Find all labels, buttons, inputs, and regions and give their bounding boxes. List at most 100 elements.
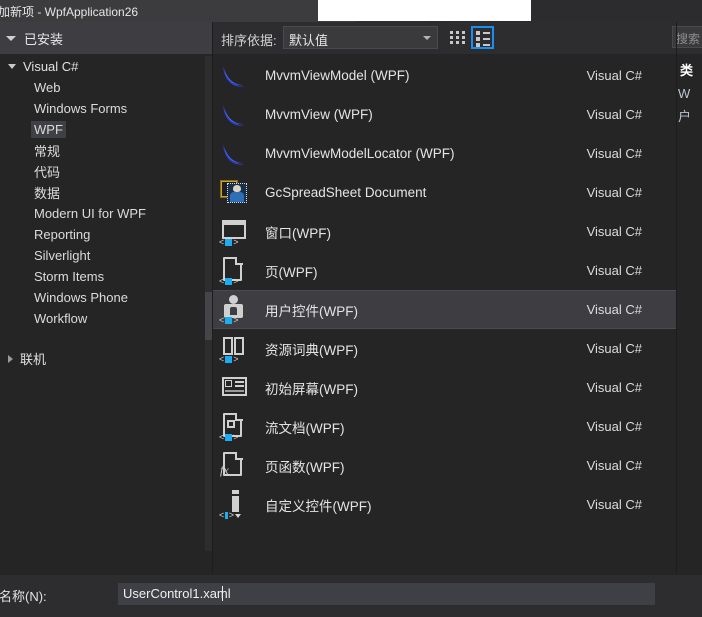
list-item[interactable]: GcSpreadSheet Document Visual C# <box>213 173 676 212</box>
list-item[interactable]: < > 页(WPF) Visual C# <box>213 251 676 290</box>
list-item[interactable]: < > 流文档(WPF) Visual C# <box>213 407 676 446</box>
templates-toolbar: 排序依据: 默认值 <box>213 22 702 54</box>
page-icon: < > <box>219 255 251 287</box>
list-item[interactable]: < > 自定义控件(WPF) Visual C# <box>213 485 676 524</box>
list-item[interactable]: MvvmViewModelLocator (WPF) Visual C# <box>213 134 676 173</box>
list-item-name: 窗口(WPF) <box>265 225 331 241</box>
sidebar-item-label: Reporting <box>34 227 91 242</box>
sidebar-item-web[interactable]: Web <box>0 77 205 98</box>
list-item-name: MvvmViewModelLocator (WPF) <box>265 146 455 161</box>
sidebar-item-workflow[interactable]: Workflow <box>0 308 205 329</box>
list-item-name: 页函数(WPF) <box>265 459 345 475</box>
sidebar-item-windows-phone[interactable]: Windows Phone <box>0 287 205 308</box>
list-item-name: 用户控件(WPF) <box>265 303 358 319</box>
list-item[interactable]: < > 窗口(WPF) Visual C# <box>213 212 676 251</box>
template-list[interactable]: MvvmViewModel (WPF) Visual C# MvvmView (… <box>213 56 676 574</box>
list-item-name: MvvmViewModel (WPF) <box>265 68 410 83</box>
title-bar: 加新项 - WpfApplication26 <box>0 0 702 22</box>
sidebar-item-general[interactable]: 常规 <box>0 140 205 161</box>
sidebar-item-online[interactable]: 联机 <box>0 348 205 369</box>
sort-by-dropdown[interactable]: 默认值 <box>283 26 438 49</box>
installed-label: 已安装 <box>24 31 64 47</box>
sidebar-item-label: Web <box>34 80 61 95</box>
list-item[interactable]: < > 用户控件(WPF) Visual C# <box>213 290 676 329</box>
sidebar-item-silverlight[interactable]: Silverlight <box>0 245 205 266</box>
chevron-down-icon[interactable] <box>8 64 16 69</box>
page-function-icon: fx <box>219 450 251 482</box>
name-label: 名称(N): <box>0 589 47 604</box>
sidebar-item-wpf[interactable]: WPF <box>0 119 205 140</box>
sidebar-item-storm-items[interactable]: Storm Items <box>0 266 205 287</box>
sidebar-item-visual-csharp[interactable]: Visual C# <box>0 56 205 77</box>
list-item-name: MvvmView (WPF) <box>265 107 373 122</box>
chevron-down-icon <box>6 35 16 41</box>
sidebar-scrollbar-thumb[interactable] <box>205 292 212 340</box>
text-caret <box>222 586 223 601</box>
list-item[interactable]: fx 页函数(WPF) Visual C# <box>213 446 676 485</box>
details-description-line-1: W <box>678 86 691 101</box>
list-item-name: 页(WPF) <box>265 264 318 280</box>
list-item-name: GcSpreadSheet Document <box>265 185 427 200</box>
sidebar-item-data[interactable]: 数据 <box>0 182 205 203</box>
list-item-language: Visual C# <box>586 146 642 161</box>
sidebar-item-label: Workflow <box>34 311 88 326</box>
list-item-language: Visual C# <box>586 224 642 239</box>
list-item-language: Visual C# <box>586 263 642 278</box>
mvvm-swoosh-icon <box>219 99 251 131</box>
list-item[interactable]: MvvmView (WPF) Visual C# <box>213 95 676 134</box>
flow-document-icon: < > <box>219 411 251 443</box>
sidebar-item-code[interactable]: 代码 <box>0 161 205 182</box>
sidebar-item-label: 联机 <box>20 352 47 367</box>
sidebar-item-reporting[interactable]: Reporting <box>0 224 205 245</box>
chevron-right-icon[interactable] <box>8 354 13 363</box>
sidebar-item-label: Silverlight <box>34 248 91 263</box>
splash-screen-icon <box>219 372 251 404</box>
list-item[interactable]: MvvmViewModel (WPF) Visual C# <box>213 56 676 95</box>
sidebar-scrollbar[interactable] <box>205 56 212 551</box>
list-item-language: Visual C# <box>586 185 642 200</box>
list-item-language: Visual C# <box>586 497 642 512</box>
list-item-language: Visual C# <box>586 302 642 317</box>
footer-separator <box>0 574 702 575</box>
sidebar-item-windows-forms[interactable]: Windows Forms <box>0 98 205 119</box>
sidebar-item-label: 代码 <box>34 165 61 180</box>
sort-by-label: 排序依据: <box>221 33 277 48</box>
sidebar-item-label: Modern UI for WPF <box>34 206 146 221</box>
mvvm-swoosh-icon <box>219 60 251 92</box>
fx-glyph: fx <box>220 462 229 477</box>
mvvm-swoosh-icon <box>219 138 251 170</box>
list-item-language: Visual C# <box>586 458 642 473</box>
list-item-language: Visual C# <box>586 68 642 83</box>
name-input-value: UserControl1.xaml <box>123 586 231 601</box>
details-title: 类 <box>680 63 694 78</box>
list-item-language: Visual C# <box>586 380 642 395</box>
details-description-line-2: 户 <box>678 109 692 124</box>
spreadsheet-document-icon <box>219 177 251 209</box>
sidebar-item-label: 常规 <box>34 144 61 159</box>
list-item-name: 初始屏幕(WPF) <box>265 381 358 397</box>
user-control-icon: < > <box>219 294 251 326</box>
chevron-down-icon <box>423 36 431 40</box>
title-bar-white-overlay <box>318 0 531 21</box>
list-item[interactable]: 初始屏幕(WPF) Visual C# <box>213 368 676 407</box>
list-item-name: 流文档(WPF) <box>265 420 345 436</box>
sidebar-item-label: Windows Phone <box>34 290 128 305</box>
category-tree: Visual C# Web Windows Forms WPF 常规 代码 数据… <box>0 56 205 369</box>
installed-header[interactable]: 已安装 <box>0 22 212 54</box>
sidebar-item-label: Storm Items <box>34 269 105 284</box>
list-item[interactable]: < > 资源词典(WPF) Visual C# <box>213 329 676 368</box>
list-view-button[interactable] <box>471 26 494 49</box>
list-item-language: Visual C# <box>586 419 642 434</box>
list-item-language: Visual C# <box>586 107 642 122</box>
window-title: 加新项 - WpfApplication26 <box>0 5 139 19</box>
name-input[interactable]: UserControl1.xaml <box>118 583 655 605</box>
title-bar-background-region-2 <box>531 0 702 22</box>
sidebar-item-label: WPF <box>31 121 66 138</box>
sidebar-item-label: Visual C# <box>23 59 79 74</box>
sidebar-item-label: 数据 <box>34 186 61 201</box>
grid-view-button[interactable] <box>446 26 469 49</box>
list-item-language: Visual C# <box>586 341 642 356</box>
window-icon: < > <box>219 216 251 248</box>
sidebar-item-modern-ui-for-wpf[interactable]: Modern UI for WPF <box>0 203 205 224</box>
